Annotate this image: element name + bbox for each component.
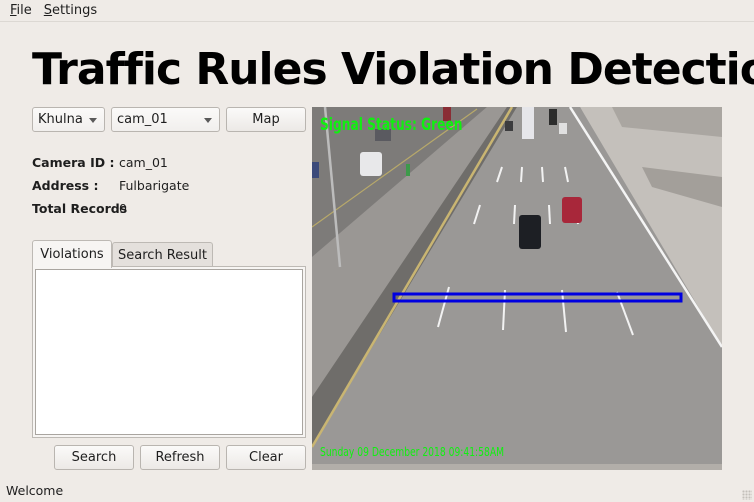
clear-button[interactable]: Clear — [226, 445, 306, 470]
chevron-down-icon — [89, 118, 97, 123]
city-select-value: Khulna — [38, 112, 83, 127]
camera-id-label: Camera ID : — [32, 155, 115, 170]
tab-pane-violations — [32, 266, 306, 438]
tab-search-result[interactable]: Search Result — [112, 242, 213, 267]
camera-id-value: cam_01 — [119, 155, 168, 170]
menu-settings-mnemonic: S — [43, 3, 53, 18]
camera-select-value: cam_01 — [117, 112, 168, 127]
page-title: Traffic Rules Violation Detection — [32, 44, 754, 95]
resize-grip-icon[interactable] — [742, 490, 752, 500]
tab-violations[interactable]: Violations — [32, 240, 112, 268]
signal-status-overlay: Signal Status: Green — [320, 115, 463, 135]
address-label: Address : — [32, 178, 99, 193]
vehicle-white-suv — [360, 152, 382, 176]
address-value: Fulbarigate — [119, 178, 190, 193]
violations-list[interactable] — [35, 269, 303, 435]
vehicle-dark-small — [505, 121, 513, 131]
vehicle-black-car — [519, 215, 541, 249]
vehicle-dark-far — [549, 109, 557, 125]
menu-settings[interactable]: Settings — [38, 3, 103, 18]
timestamp-overlay: Sunday 09 December 2018 09:41:58AM — [320, 445, 505, 459]
vehicle-white-far — [559, 123, 567, 134]
camera-feed: Signal Status: Green Sunday 09 December … — [312, 107, 722, 470]
city-select[interactable]: Khulna — [32, 107, 105, 132]
refresh-button[interactable]: Refresh — [140, 445, 220, 470]
vehicle-blue — [312, 162, 319, 178]
menu-bar: File Settings — [0, 0, 754, 22]
total-records-label: Total Records — [32, 201, 128, 216]
menu-file-label: ile — [16, 3, 32, 18]
status-message: Welcome — [6, 483, 64, 498]
road-sign — [406, 164, 410, 176]
vehicle-red-car — [562, 197, 582, 223]
road-scene — [312, 107, 722, 470]
menu-settings-label: ettings — [52, 3, 98, 18]
total-records-value: 0 — [119, 201, 127, 216]
map-button[interactable]: Map — [226, 107, 306, 132]
camera-select[interactable]: cam_01 — [111, 107, 220, 132]
chevron-down-icon — [204, 118, 212, 123]
search-button[interactable]: Search — [54, 445, 134, 470]
menu-file[interactable]: File — [4, 3, 38, 18]
vehicle-truck — [522, 107, 534, 139]
